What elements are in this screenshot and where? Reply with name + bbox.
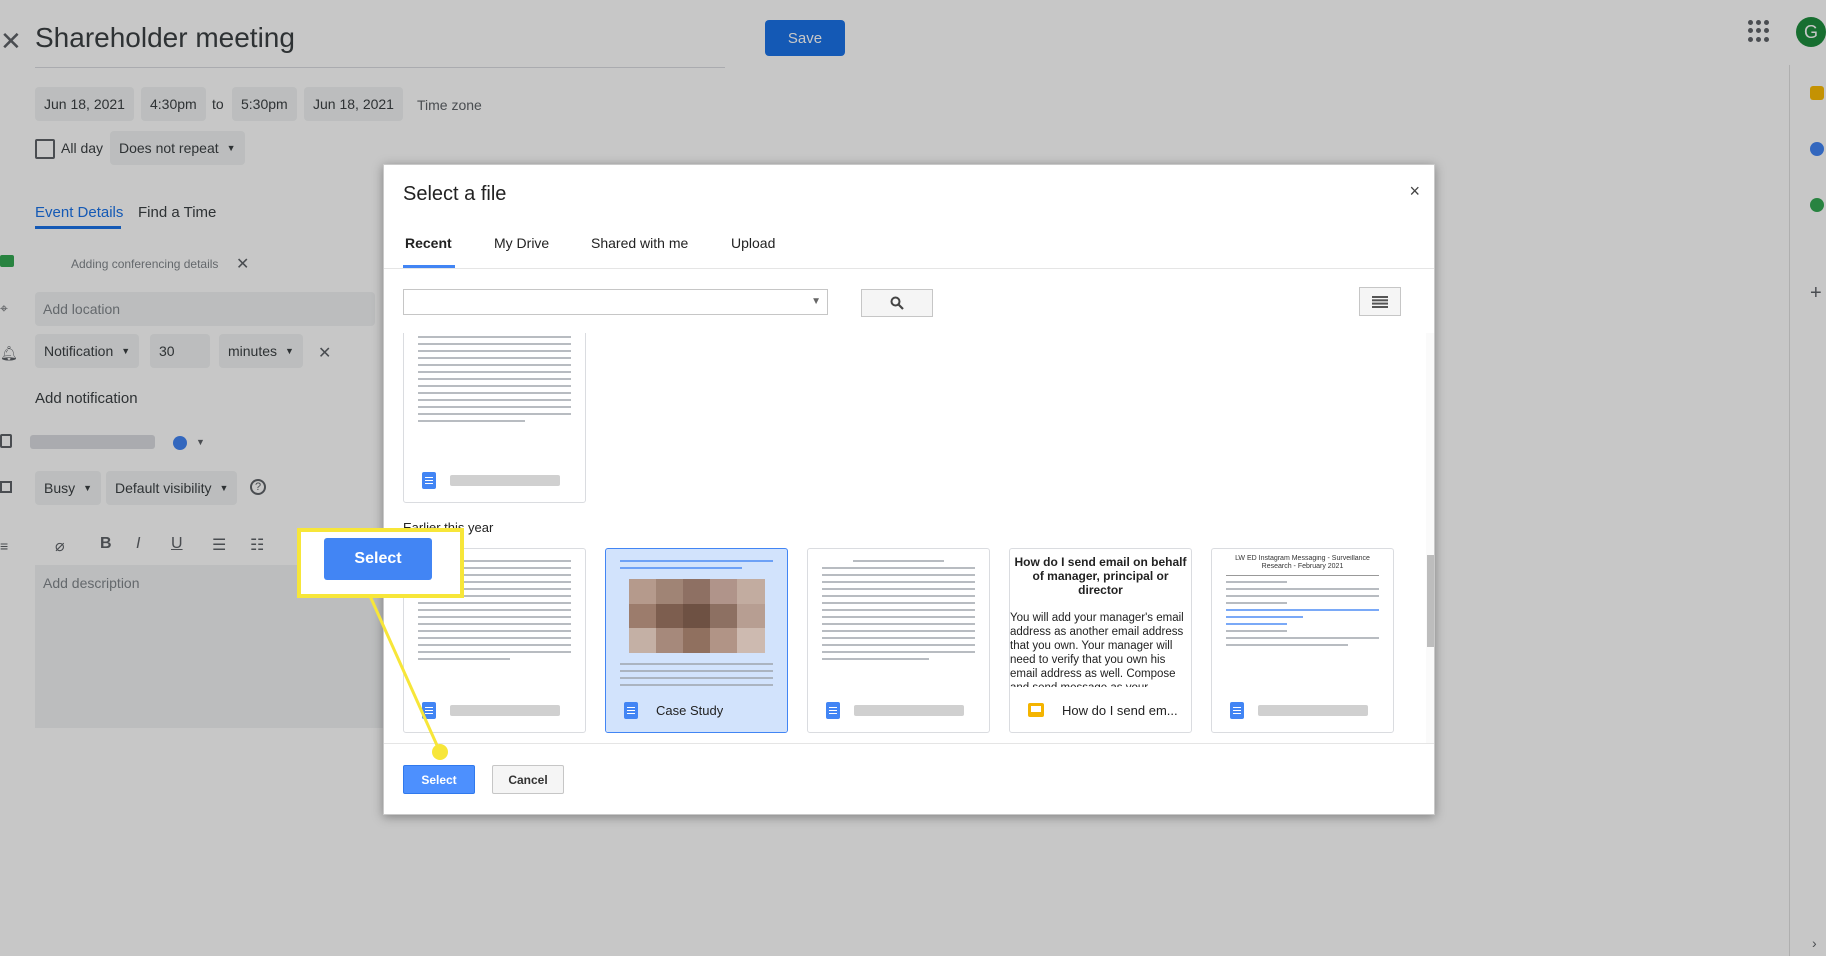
- footer-divider: [384, 743, 1434, 744]
- file-card-footer: [404, 458, 585, 502]
- file-grid: Earlier this year: [384, 333, 1434, 743]
- docs-icon: [624, 701, 638, 719]
- search-icon: [890, 296, 904, 310]
- file-thumbnail: How do I send email on behalf of manager…: [1010, 555, 1191, 687]
- list-view-button[interactable]: [1359, 287, 1401, 316]
- tab-shared-with-me[interactable]: Shared with me: [591, 235, 688, 251]
- file-card[interactable]: LW ED Instagram Messaging - Surveillance…: [1211, 548, 1394, 733]
- file-name-redacted: [854, 704, 964, 716]
- file-card[interactable]: How do I send email on behalf of manager…: [1009, 548, 1192, 733]
- file-thumbnail: [620, 555, 773, 687]
- file-name-redacted: [450, 704, 560, 716]
- file-thumbnail: LW ED Instagram Messaging - Surveillance…: [1226, 555, 1379, 687]
- file-thumbnail: [822, 555, 975, 687]
- chevron-down-icon[interactable]: ▼: [811, 296, 821, 307]
- file-name-redacted: [1258, 704, 1368, 716]
- file-card-footer: How do I send em...: [1010, 688, 1191, 732]
- tab-my-drive[interactable]: My Drive: [494, 235, 549, 251]
- file-card-footer: [404, 688, 585, 732]
- preview-heading: LW ED Instagram Messaging - Surveillance…: [1235, 555, 1370, 570]
- docs-icon: [1230, 701, 1244, 719]
- close-icon[interactable]: ×: [1409, 181, 1420, 202]
- docs-icon: [422, 701, 436, 719]
- tab-recent[interactable]: Recent: [405, 235, 452, 251]
- file-name-redacted: [450, 474, 560, 486]
- tab-upload[interactable]: Upload: [731, 235, 775, 251]
- blurred-image: [628, 579, 765, 653]
- select-button[interactable]: Select: [403, 765, 475, 794]
- file-thumbnail: [418, 333, 571, 449]
- file-card-footer: [1212, 688, 1393, 732]
- file-card-footer: [808, 688, 989, 732]
- file-name: How do I send em...: [1062, 702, 1178, 718]
- scrollbar-thumb[interactable]: [1427, 555, 1434, 647]
- slides-icon: [1028, 703, 1044, 717]
- preview-body: You will add your manager's email addres…: [1010, 612, 1184, 687]
- list-view-icon: [1372, 295, 1388, 308]
- file-card-footer: Case Study: [606, 688, 787, 732]
- search-button[interactable]: [861, 289, 933, 317]
- preview-heading: How do I send email on behalf of manager…: [1014, 555, 1187, 597]
- file-card-selected[interactable]: Case Study: [605, 548, 788, 733]
- scrollbar[interactable]: [1426, 333, 1434, 743]
- tabs-divider: [384, 268, 1434, 269]
- docs-icon: [826, 701, 840, 719]
- file-picker-dialog: Select a file × Recent My Drive Shared w…: [383, 164, 1435, 815]
- dialog-title: Select a file: [403, 183, 507, 205]
- file-name: Case Study: [656, 702, 724, 718]
- file-card[interactable]: [403, 333, 586, 503]
- cancel-button[interactable]: Cancel: [492, 765, 564, 794]
- search-input[interactable]: ▼: [403, 289, 828, 315]
- callout-select-label: Select: [324, 538, 432, 580]
- docs-icon: [422, 471, 436, 489]
- file-card[interactable]: [807, 548, 990, 733]
